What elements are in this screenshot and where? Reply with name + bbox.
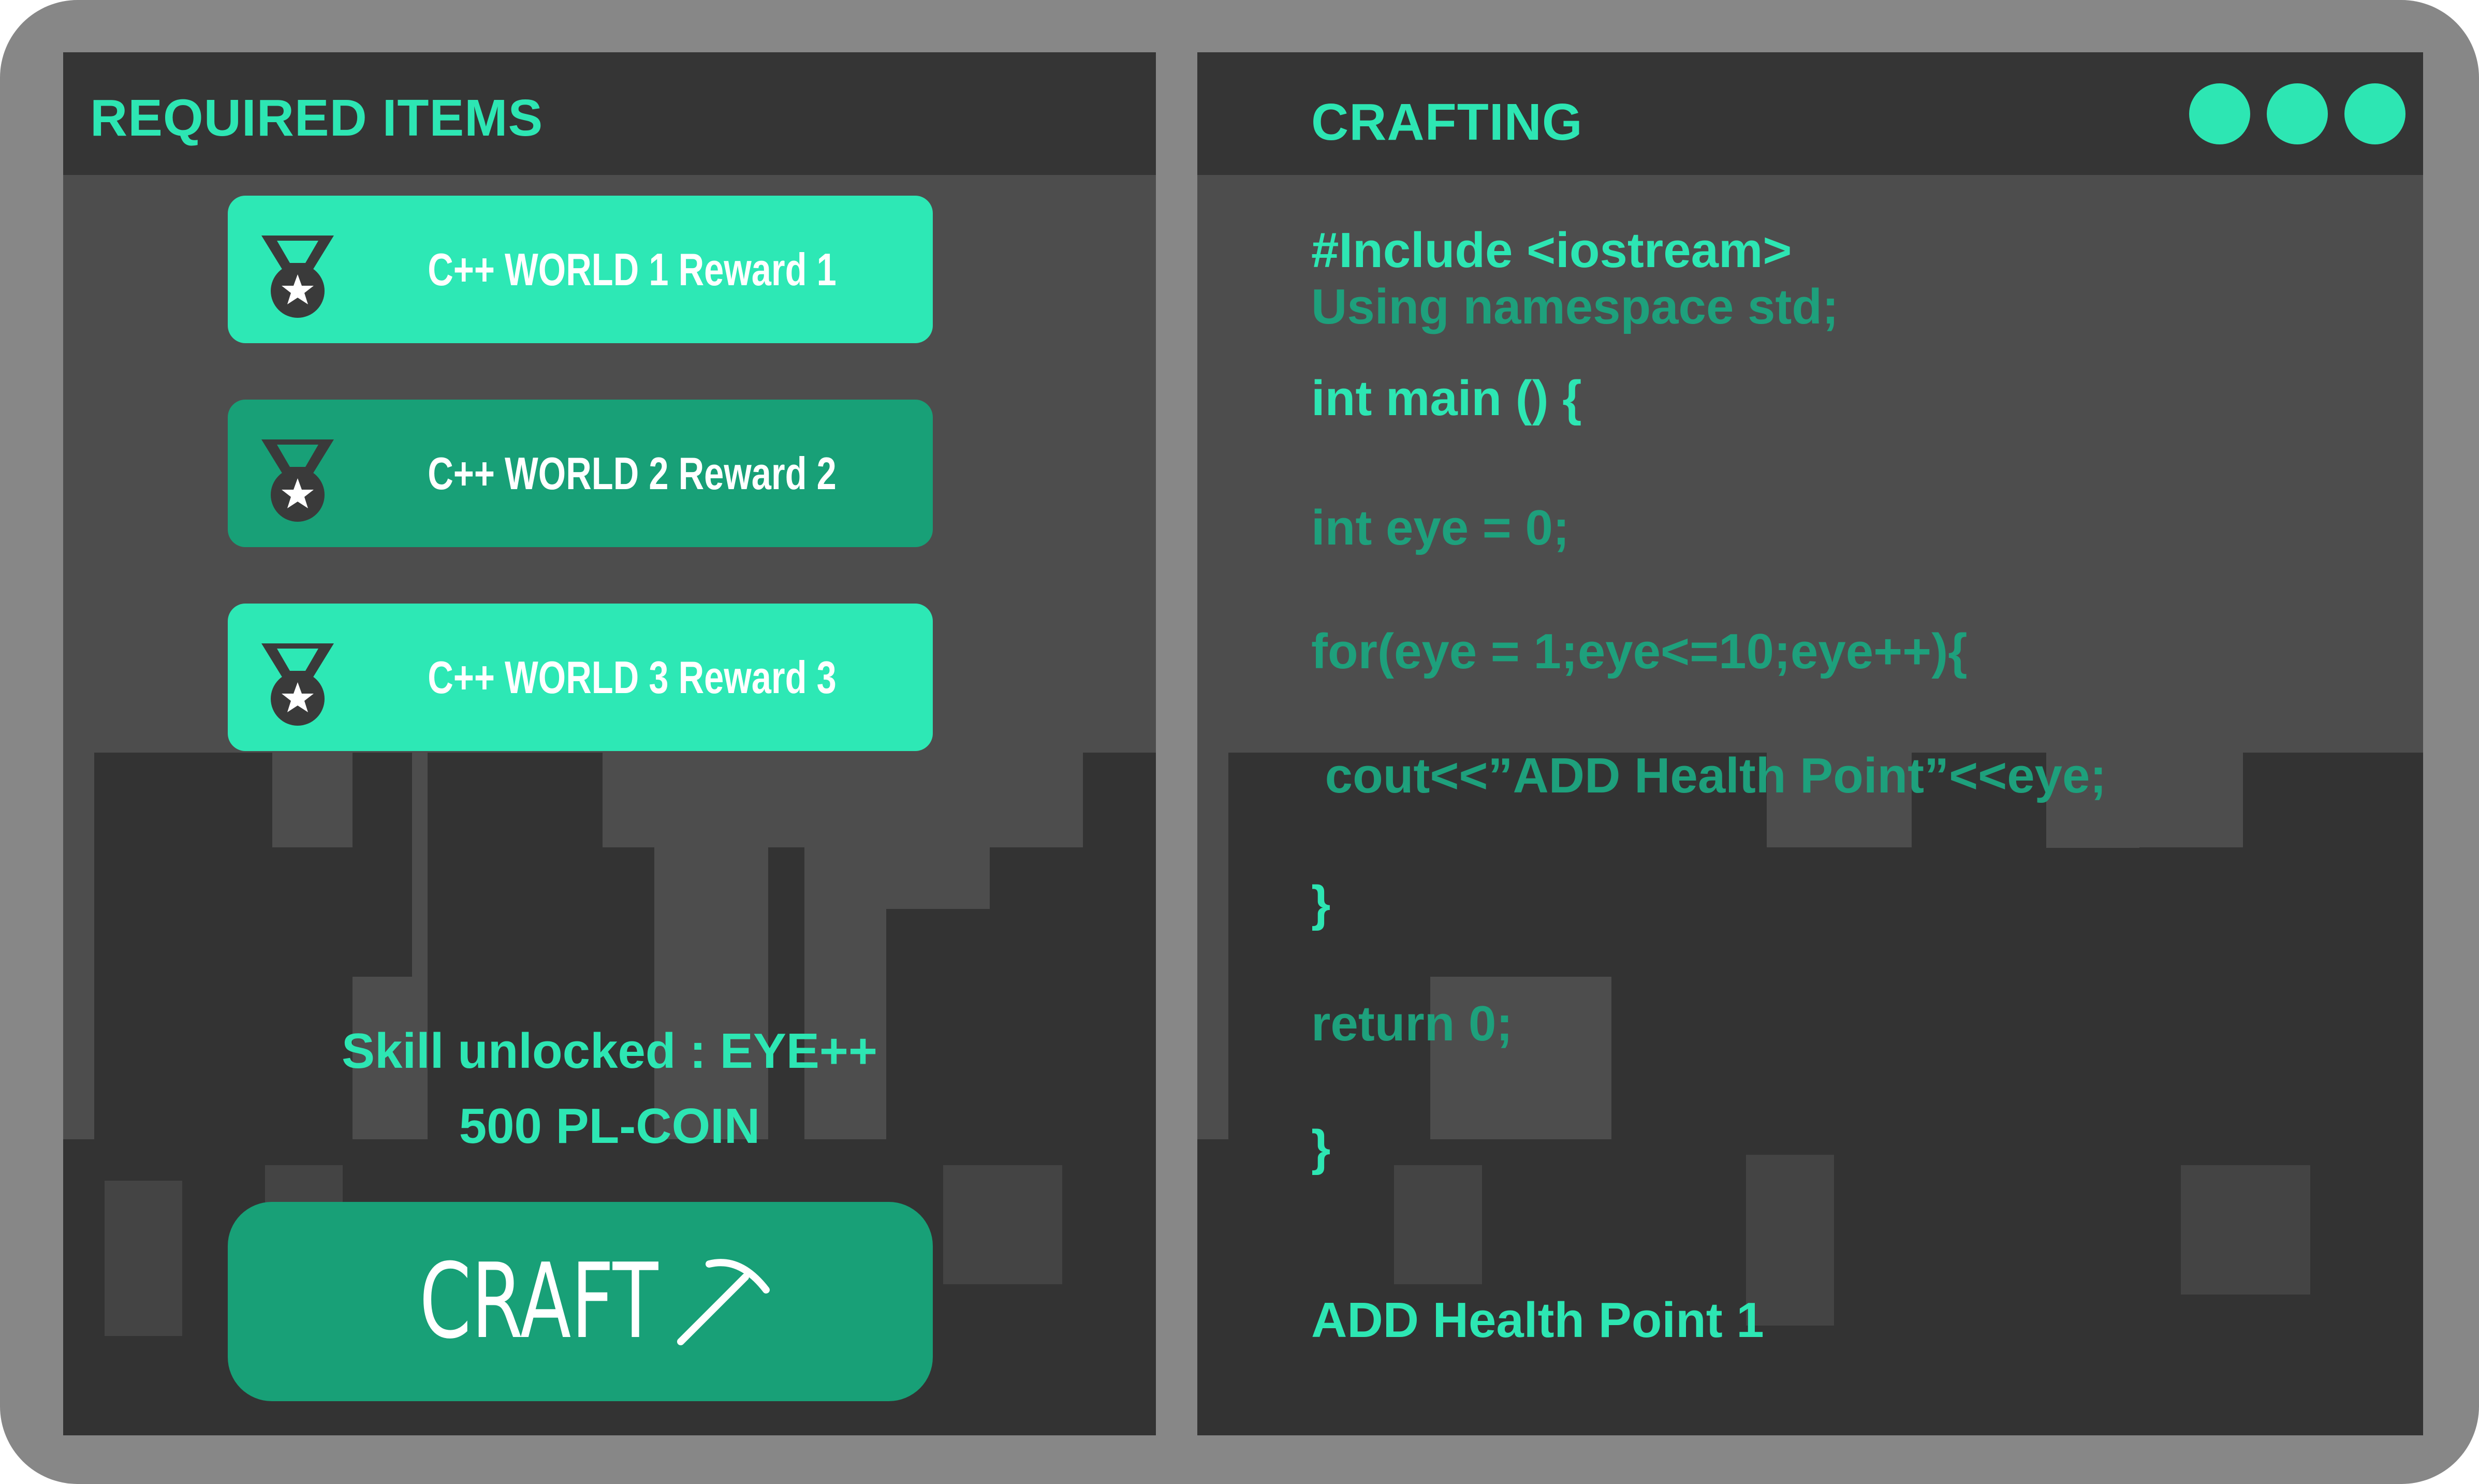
panel-title: REQUIRED ITEMS [90,89,544,147]
reward-item-1[interactable]: C++ WORLD 1 Reward 1 [228,196,933,343]
window-dot-button[interactable] [2267,83,2328,144]
window-dot-button[interactable] [2189,83,2250,144]
code-line: Using namespace std; [1311,279,1839,334]
code-line: } [1311,1120,1331,1176]
craft-button[interactable]: CRAFT [228,1202,933,1401]
app-window: REQUIRED ITEMS C++ WORLD 1 Reward 1 C++ … [0,0,2479,1484]
coin-reward-text: 500 PL-COIN [459,1098,760,1154]
code-line: return 0; [1311,996,1513,1051]
code-line: int eye = 0; [1311,500,1569,555]
output-text: ADD Health Point 1 [1311,1292,1764,1348]
reward-item-3[interactable]: C++ WORLD 3 Reward 3 [228,604,933,751]
required-items-header: REQUIRED ITEMS [63,52,1156,175]
required-items-panel: REQUIRED ITEMS C++ WORLD 1 Reward 1 C++ … [63,52,1156,1435]
reward-label: C++ WORLD 2 Reward 2 [428,448,837,499]
crafting-panel: CRAFTING #Include <iostream> Using names… [1197,52,2423,1435]
medal-icon [261,643,334,726]
crafting-header: CRAFTING [1197,52,2423,175]
code-line: #Include <iostream> [1311,223,1792,278]
code-line: } [1311,876,1331,931]
reward-item-2[interactable]: C++ WORLD 2 Reward 2 [228,400,933,547]
craft-label: CRAFT [419,1241,658,1362]
skill-unlocked-text: Skill unlocked : EYE++ [341,1023,878,1079]
panel-title: CRAFTING [1311,93,1583,151]
medal-icon [261,236,334,318]
code-line: cout<<”ADD Health Point”<<eye; [1311,748,2107,803]
reward-label: C++ WORLD 1 Reward 1 [428,244,837,295]
medal-icon [261,439,334,522]
code-line: for(eye = 1;eye<=10;eye++){ [1311,624,1968,679]
code-line: int main () { [1311,371,1582,426]
reward-label: C++ WORLD 3 Reward 3 [428,652,837,703]
pickaxe-icon [677,1259,770,1345]
window-dot-button[interactable] [2344,83,2405,144]
